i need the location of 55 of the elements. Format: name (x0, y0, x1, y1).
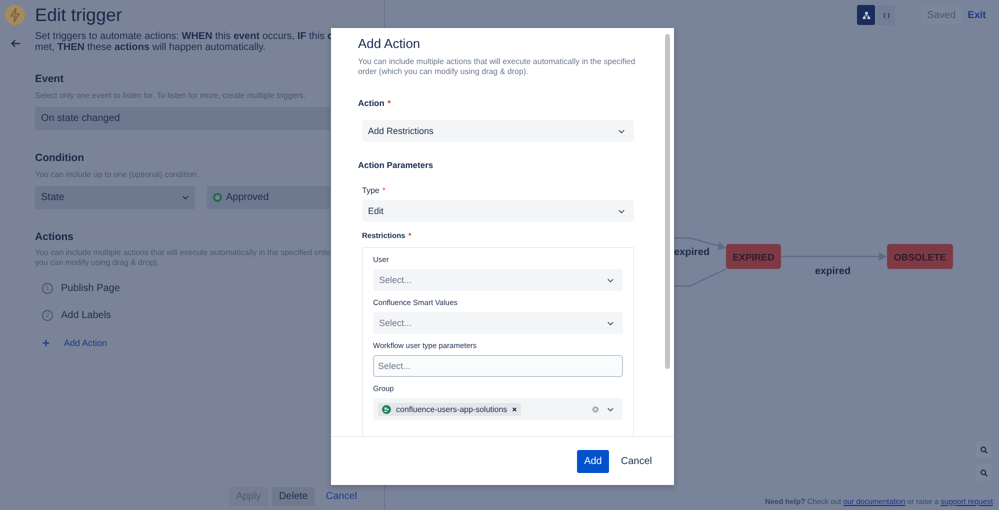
transition-line (674, 268, 726, 287)
chevron-icon (182, 195, 189, 200)
required-mark: * (382, 186, 386, 195)
cancel-button[interactable]: Cancel (614, 450, 659, 472)
diagram-view-button[interactable] (857, 5, 876, 25)
state-node[interactable]: EXPIRED (726, 244, 781, 269)
group-tag: confluence-users-app-solutions (378, 402, 522, 416)
condition-select[interactable]: State (35, 186, 195, 209)
search-icon (980, 468, 988, 476)
select-field[interactable]: Select... (373, 269, 623, 291)
select-field[interactable]: Select... (373, 312, 623, 334)
exit-button[interactable]: Exit (964, 6, 990, 24)
section-heading: Event (35, 73, 65, 85)
section-heading: Actions (35, 231, 75, 243)
action-select[interactable]: Add Restrictions (362, 120, 634, 142)
field-label: Type (362, 186, 380, 195)
back-arrow-icon[interactable] (10, 39, 20, 48)
magnifier-button[interactable] (976, 464, 991, 481)
section-heading: Condition (35, 152, 85, 164)
clear-icon[interactable] (592, 406, 599, 412)
lightning-icon (5, 5, 25, 25)
required-mark: * (387, 98, 391, 108)
dialog-description: You can include multiple actions that will execute automatically in the specified order (which you can modify using drag & drop). (358, 57, 636, 76)
group-icon (382, 404, 391, 414)
chevron-icon (618, 208, 625, 214)
chevron-icon (607, 320, 614, 326)
cancel-link[interactable]: Cancel (318, 487, 364, 506)
search-icon (980, 446, 988, 454)
scrollbar-thumb[interactable] (665, 34, 670, 369)
transition-label: expired (815, 266, 851, 277)
add-action-link[interactable]: Add Action (64, 338, 108, 348)
remove-icon[interactable] (512, 406, 518, 412)
type-select[interactable]: Edit (362, 200, 634, 222)
chevron-icon (607, 406, 614, 412)
page-title: Edit trigger (35, 5, 124, 25)
hierarchy-icon (862, 10, 871, 20)
event-select[interactable]: On state changed (35, 107, 330, 130)
action-item[interactable]: Publish Page (61, 283, 120, 294)
chevron-icon (618, 128, 625, 134)
status-dot (213, 193, 222, 202)
section-heading: Action Parameters (358, 160, 434, 170)
dialog-title: Add Action (358, 36, 422, 51)
magnifier-button[interactable] (976, 441, 991, 458)
braces-icon (882, 10, 891, 20)
plus-icon[interactable] (42, 338, 50, 346)
group-select[interactable]: confluence-users-app-solutions (373, 398, 623, 420)
field-label: Action (358, 98, 384, 108)
action-item[interactable]: Add Labels (61, 310, 112, 321)
state-node[interactable]: OBSOLETE (887, 244, 953, 269)
transition-label: expired (674, 247, 710, 258)
add-button[interactable]: Add (577, 450, 609, 472)
chevron-icon (607, 278, 614, 282)
input-field[interactable]: Select... (373, 355, 623, 377)
condition-value-select[interactable]: Approved (207, 186, 330, 209)
footer-button[interactable]: Delete (272, 487, 315, 506)
